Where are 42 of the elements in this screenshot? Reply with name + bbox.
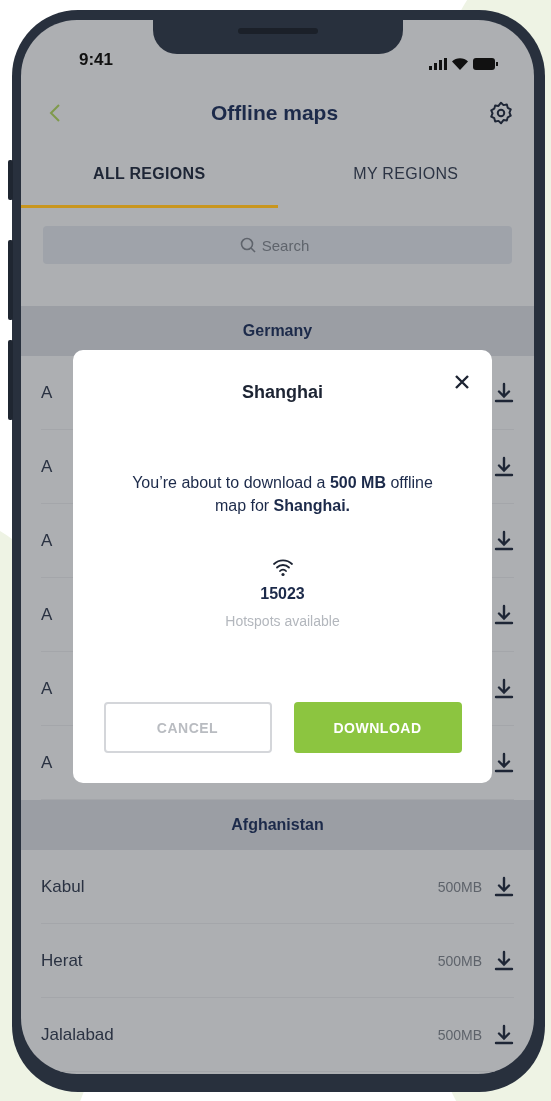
region-row[interactable]: Jalalabad 500MB [41, 998, 514, 1072]
download-icon[interactable] [494, 381, 514, 404]
region-name: Herat [41, 950, 83, 971]
download-icon[interactable] [494, 603, 514, 626]
signal-icon [429, 58, 447, 70]
download-icon[interactable] [494, 455, 514, 478]
region-name: Kabul [41, 876, 85, 897]
search-icon [240, 237, 256, 253]
dialog-title: Shanghai [242, 382, 323, 403]
section-title: Germany [242, 322, 313, 340]
region-name: A [41, 604, 53, 625]
region-row[interactable]: Kabul 500MB [41, 850, 514, 924]
download-icon[interactable] [494, 751, 514, 774]
region-name: Jalalabad [41, 1024, 114, 1045]
download-icon[interactable] [494, 949, 514, 972]
region-name: A [41, 530, 53, 551]
download-icon[interactable] [494, 1023, 514, 1046]
hotspot-count: 15023 [260, 585, 305, 603]
region-name: A [41, 752, 53, 773]
status-time: 9:41 [79, 50, 114, 70]
region-size: 500MB [437, 1026, 482, 1043]
region-row[interactable]: Herat 500MB [41, 924, 514, 998]
hotspot-label: Hotspots available [225, 613, 340, 629]
region-size: 500MB [437, 878, 482, 895]
wifi-icon [452, 58, 468, 70]
region-name: A [41, 456, 53, 477]
close-icon[interactable] [454, 374, 470, 390]
tab[interactable]: ALL REGIONS [21, 148, 278, 208]
screen-title: Offline maps [210, 101, 339, 125]
settings-icon[interactable] [488, 100, 514, 126]
region-name: A [41, 382, 53, 403]
tab[interactable]: MY REGIONS [277, 148, 534, 208]
download-icon[interactable] [494, 529, 514, 552]
download-icon[interactable] [494, 875, 514, 898]
region-size: 500MB [437, 952, 482, 969]
wifi-icon [271, 557, 294, 577]
dialog-message: You’re about to download a 500 MB offline map for Shanghai. [131, 473, 434, 516]
download-icon[interactable] [494, 677, 514, 700]
section-title: Afghanistan [231, 816, 324, 834]
battery-icon [473, 58, 498, 70]
region-name: A [41, 678, 53, 699]
search-field[interactable]: Search [43, 226, 512, 264]
